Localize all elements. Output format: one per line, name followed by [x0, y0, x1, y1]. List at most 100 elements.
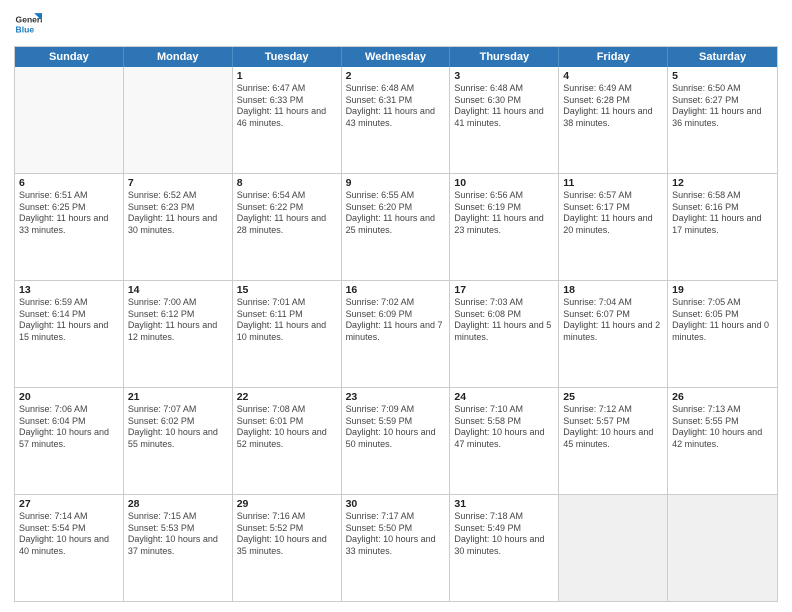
day-info: Sunrise: 6:48 AM Sunset: 6:30 PM Dayligh…	[454, 83, 554, 130]
cal-header-tuesday: Tuesday	[233, 47, 342, 67]
day-info: Sunrise: 7:13 AM Sunset: 5:55 PM Dayligh…	[672, 404, 773, 451]
cal-cell: 6Sunrise: 6:51 AM Sunset: 6:25 PM Daylig…	[15, 174, 124, 280]
cal-cell: 9Sunrise: 6:55 AM Sunset: 6:20 PM Daylig…	[342, 174, 451, 280]
cal-header-monday: Monday	[124, 47, 233, 67]
cal-cell: 14Sunrise: 7:00 AM Sunset: 6:12 PM Dayli…	[124, 281, 233, 387]
cal-week-1: 1Sunrise: 6:47 AM Sunset: 6:33 PM Daylig…	[15, 67, 777, 174]
cal-cell: 10Sunrise: 6:56 AM Sunset: 6:19 PM Dayli…	[450, 174, 559, 280]
day-number: 26	[672, 391, 773, 403]
day-number: 11	[563, 177, 663, 189]
day-info: Sunrise: 6:50 AM Sunset: 6:27 PM Dayligh…	[672, 83, 773, 130]
day-number: 14	[128, 284, 228, 296]
day-info: Sunrise: 6:59 AM Sunset: 6:14 PM Dayligh…	[19, 297, 119, 344]
day-number: 5	[672, 70, 773, 82]
cal-cell: 23Sunrise: 7:09 AM Sunset: 5:59 PM Dayli…	[342, 388, 451, 494]
day-info: Sunrise: 6:47 AM Sunset: 6:33 PM Dayligh…	[237, 83, 337, 130]
day-info: Sunrise: 7:10 AM Sunset: 5:58 PM Dayligh…	[454, 404, 554, 451]
calendar-body: 1Sunrise: 6:47 AM Sunset: 6:33 PM Daylig…	[15, 67, 777, 601]
day-number: 20	[19, 391, 119, 403]
day-number: 25	[563, 391, 663, 403]
day-number: 10	[454, 177, 554, 189]
day-number: 21	[128, 391, 228, 403]
day-number: 7	[128, 177, 228, 189]
day-info: Sunrise: 6:51 AM Sunset: 6:25 PM Dayligh…	[19, 190, 119, 237]
day-info: Sunrise: 7:16 AM Sunset: 5:52 PM Dayligh…	[237, 511, 337, 558]
day-info: Sunrise: 6:49 AM Sunset: 6:28 PM Dayligh…	[563, 83, 663, 130]
day-number: 1	[237, 70, 337, 82]
cal-cell: 22Sunrise: 7:08 AM Sunset: 6:01 PM Dayli…	[233, 388, 342, 494]
cal-cell: 30Sunrise: 7:17 AM Sunset: 5:50 PM Dayli…	[342, 495, 451, 601]
day-info: Sunrise: 7:05 AM Sunset: 6:05 PM Dayligh…	[672, 297, 773, 344]
day-number: 8	[237, 177, 337, 189]
cal-cell: 2Sunrise: 6:48 AM Sunset: 6:31 PM Daylig…	[342, 67, 451, 173]
cal-cell: 20Sunrise: 7:06 AM Sunset: 6:04 PM Dayli…	[15, 388, 124, 494]
day-info: Sunrise: 7:17 AM Sunset: 5:50 PM Dayligh…	[346, 511, 446, 558]
day-number: 15	[237, 284, 337, 296]
cal-cell: 18Sunrise: 7:04 AM Sunset: 6:07 PM Dayli…	[559, 281, 668, 387]
cal-cell: 12Sunrise: 6:58 AM Sunset: 6:16 PM Dayli…	[668, 174, 777, 280]
cal-cell: 8Sunrise: 6:54 AM Sunset: 6:22 PM Daylig…	[233, 174, 342, 280]
day-number: 23	[346, 391, 446, 403]
cal-cell	[559, 495, 668, 601]
day-number: 16	[346, 284, 446, 296]
cal-cell: 11Sunrise: 6:57 AM Sunset: 6:17 PM Dayli…	[559, 174, 668, 280]
day-info: Sunrise: 6:48 AM Sunset: 6:31 PM Dayligh…	[346, 83, 446, 130]
day-number: 27	[19, 498, 119, 510]
day-info: Sunrise: 7:18 AM Sunset: 5:49 PM Dayligh…	[454, 511, 554, 558]
day-info: Sunrise: 6:52 AM Sunset: 6:23 PM Dayligh…	[128, 190, 228, 237]
cal-cell: 25Sunrise: 7:12 AM Sunset: 5:57 PM Dayli…	[559, 388, 668, 494]
day-number: 24	[454, 391, 554, 403]
day-info: Sunrise: 7:12 AM Sunset: 5:57 PM Dayligh…	[563, 404, 663, 451]
cal-cell: 24Sunrise: 7:10 AM Sunset: 5:58 PM Dayli…	[450, 388, 559, 494]
day-info: Sunrise: 7:09 AM Sunset: 5:59 PM Dayligh…	[346, 404, 446, 451]
cal-header-sunday: Sunday	[15, 47, 124, 67]
day-info: Sunrise: 6:56 AM Sunset: 6:19 PM Dayligh…	[454, 190, 554, 237]
day-info: Sunrise: 6:55 AM Sunset: 6:20 PM Dayligh…	[346, 190, 446, 237]
cal-week-4: 20Sunrise: 7:06 AM Sunset: 6:04 PM Dayli…	[15, 388, 777, 495]
cal-week-5: 27Sunrise: 7:14 AM Sunset: 5:54 PM Dayli…	[15, 495, 777, 601]
svg-text:Blue: Blue	[16, 25, 35, 35]
day-number: 4	[563, 70, 663, 82]
day-number: 6	[19, 177, 119, 189]
calendar: SundayMondayTuesdayWednesdayThursdayFrid…	[14, 46, 778, 602]
cal-cell: 5Sunrise: 6:50 AM Sunset: 6:27 PM Daylig…	[668, 67, 777, 173]
day-info: Sunrise: 6:58 AM Sunset: 6:16 PM Dayligh…	[672, 190, 773, 237]
cal-cell: 26Sunrise: 7:13 AM Sunset: 5:55 PM Dayli…	[668, 388, 777, 494]
logo-icon: General Blue	[14, 10, 42, 38]
cal-header-wednesday: Wednesday	[342, 47, 451, 67]
cal-cell: 19Sunrise: 7:05 AM Sunset: 6:05 PM Dayli…	[668, 281, 777, 387]
cal-cell: 28Sunrise: 7:15 AM Sunset: 5:53 PM Dayli…	[124, 495, 233, 601]
day-info: Sunrise: 7:15 AM Sunset: 5:53 PM Dayligh…	[128, 511, 228, 558]
day-number: 3	[454, 70, 554, 82]
day-number: 18	[563, 284, 663, 296]
day-info: Sunrise: 7:08 AM Sunset: 6:01 PM Dayligh…	[237, 404, 337, 451]
cal-header-saturday: Saturday	[668, 47, 777, 67]
day-info: Sunrise: 7:07 AM Sunset: 6:02 PM Dayligh…	[128, 404, 228, 451]
cal-cell: 16Sunrise: 7:02 AM Sunset: 6:09 PM Dayli…	[342, 281, 451, 387]
day-info: Sunrise: 6:57 AM Sunset: 6:17 PM Dayligh…	[563, 190, 663, 237]
day-number: 30	[346, 498, 446, 510]
day-number: 19	[672, 284, 773, 296]
day-number: 28	[128, 498, 228, 510]
cal-cell: 7Sunrise: 6:52 AM Sunset: 6:23 PM Daylig…	[124, 174, 233, 280]
day-info: Sunrise: 7:00 AM Sunset: 6:12 PM Dayligh…	[128, 297, 228, 344]
day-number: 22	[237, 391, 337, 403]
day-info: Sunrise: 7:01 AM Sunset: 6:11 PM Dayligh…	[237, 297, 337, 344]
cal-cell: 31Sunrise: 7:18 AM Sunset: 5:49 PM Dayli…	[450, 495, 559, 601]
day-info: Sunrise: 6:54 AM Sunset: 6:22 PM Dayligh…	[237, 190, 337, 237]
day-info: Sunrise: 7:06 AM Sunset: 6:04 PM Dayligh…	[19, 404, 119, 451]
cal-cell: 1Sunrise: 6:47 AM Sunset: 6:33 PM Daylig…	[233, 67, 342, 173]
day-info: Sunrise: 7:04 AM Sunset: 6:07 PM Dayligh…	[563, 297, 663, 344]
cal-header-thursday: Thursday	[450, 47, 559, 67]
cal-cell: 21Sunrise: 7:07 AM Sunset: 6:02 PM Dayli…	[124, 388, 233, 494]
cal-cell	[15, 67, 124, 173]
day-info: Sunrise: 7:14 AM Sunset: 5:54 PM Dayligh…	[19, 511, 119, 558]
day-number: 29	[237, 498, 337, 510]
page: General Blue SundayMondayTuesdayWednesda…	[0, 0, 792, 612]
cal-cell: 3Sunrise: 6:48 AM Sunset: 6:30 PM Daylig…	[450, 67, 559, 173]
cal-cell: 13Sunrise: 6:59 AM Sunset: 6:14 PM Dayli…	[15, 281, 124, 387]
cal-header-friday: Friday	[559, 47, 668, 67]
header: General Blue	[14, 10, 778, 38]
calendar-header: SundayMondayTuesdayWednesdayThursdayFrid…	[15, 47, 777, 67]
cal-week-3: 13Sunrise: 6:59 AM Sunset: 6:14 PM Dayli…	[15, 281, 777, 388]
